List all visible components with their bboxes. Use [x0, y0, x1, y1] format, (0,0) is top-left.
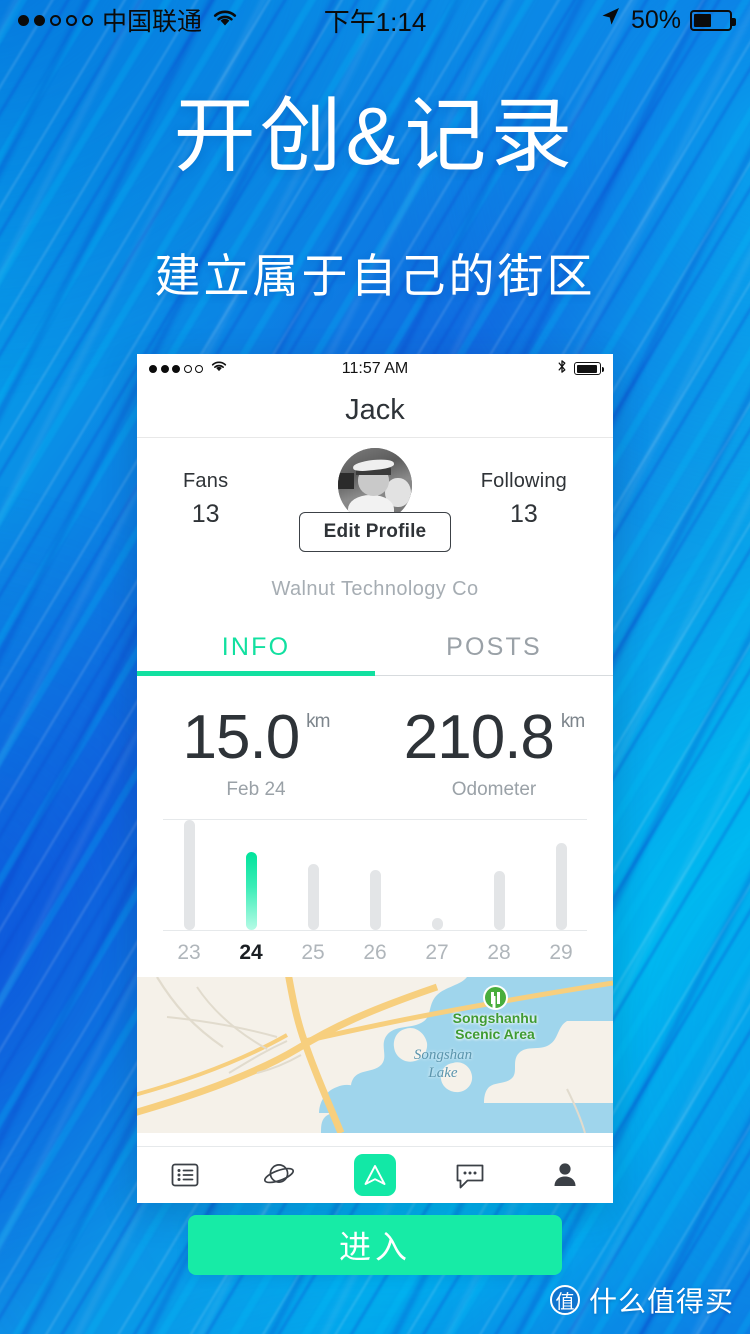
chart-day-label[interactable]: 29	[541, 941, 581, 965]
weekly-chart: 23 24 25 26 27 28 29	[137, 819, 613, 965]
chart-day-label[interactable]: 23	[169, 941, 209, 965]
bottom-tab-bar	[137, 1146, 613, 1203]
profile-stats-row: Fans 13 Following 13 Edit Profile	[137, 470, 613, 566]
edit-profile-button[interactable]: Edit Profile	[298, 512, 452, 552]
status-right-group: 50%	[599, 5, 736, 35]
metric-odometer-caption: Odometer	[451, 779, 537, 800]
metric-today: 15.0 km Feb 24	[137, 702, 375, 801]
outer-status-bar: 中国联通 下午1:14 50%	[0, 0, 750, 40]
chart-day-labels: 23 24 25 26 27 28 29	[163, 931, 587, 965]
metric-today-value: 15.0	[182, 703, 301, 772]
chart-bar	[183, 820, 195, 930]
metric-today-unit: km	[306, 711, 330, 732]
map-poi-line2: Scenic Area	[455, 1026, 535, 1043]
chart-bar	[245, 852, 257, 930]
navigation-arrow-active-button[interactable]	[354, 1154, 396, 1196]
chart-bar-column[interactable]	[355, 820, 395, 930]
company-label: Walnut Technology Co	[271, 578, 479, 600]
metric-odometer-unit: km	[560, 711, 585, 732]
carrier-label: 中国联通	[102, 8, 203, 36]
map-poi[interactable]: Songshanhu Scenic Area	[435, 987, 555, 1042]
metric-odometer-number-wrap: 210.8 km	[403, 702, 585, 773]
watermark-text: 什么值得买	[588, 1286, 734, 1317]
map-preview[interactable]: Songshanhu Scenic Area Songshan Lake	[137, 977, 613, 1133]
edit-profile-wrap: Edit Profile	[137, 512, 613, 552]
tab-active-indicator	[137, 671, 375, 676]
chart-bar-column[interactable]	[293, 820, 333, 930]
location-arrow-icon	[599, 5, 622, 35]
page-subtitle: 建立属于自己的街区	[154, 250, 596, 302]
tab-posts[interactable]: POSTS	[375, 623, 613, 676]
watermark: 值 什么值得买	[549, 1280, 734, 1320]
metric-odometer-value: 210.8	[403, 703, 555, 772]
chart-bar-column[interactable]	[169, 820, 209, 930]
metric-odometer: 210.8 km Odometer	[375, 702, 613, 801]
person-icon	[549, 1159, 581, 1191]
following-label: Following	[480, 470, 567, 492]
chart-day-label[interactable]: 26	[355, 941, 395, 965]
phone-battery-icon	[574, 362, 604, 375]
phone-navbar: Jack	[137, 383, 613, 438]
profile-section: Fans 13 Following 13 Edit Profile Walnut…	[137, 438, 613, 601]
chart-bar	[555, 843, 567, 930]
map-poi-line1: Songshanhu	[452, 1010, 538, 1026]
chart-bar	[431, 918, 443, 930]
tabbar-item-profile[interactable]	[518, 1159, 613, 1191]
chart-bar-column[interactable]	[541, 820, 581, 930]
metrics-row: 15.0 km Feb 24 210.8 km Odometer	[137, 676, 613, 805]
chart-bar-column[interactable]	[479, 820, 519, 930]
chart-bar	[307, 864, 319, 930]
chat-bubble-icon	[453, 1159, 487, 1191]
chart-bar-column[interactable]	[417, 820, 457, 930]
planet-icon	[263, 1159, 297, 1191]
enter-button[interactable]: 进入	[188, 1215, 562, 1275]
wifi-icon	[211, 6, 239, 35]
chart-bar-column[interactable]	[231, 820, 271, 930]
chart-day-label[interactable]: 25	[293, 941, 333, 965]
hero-section: 开创&记录 建立属于自己的街区	[0, 0, 750, 306]
map-lake-line2: Lake	[428, 1064, 458, 1081]
signal-strength-icon	[18, 14, 93, 26]
chart-bar	[369, 869, 381, 930]
phone-mockup: 11:57 AM Jack Fans 13 Following 13 Edit …	[137, 354, 613, 1203]
chart-day-label[interactable]: 28	[479, 941, 519, 965]
map-poi-label: Songshanhu Scenic Area	[435, 1010, 555, 1042]
fans-label: Fans	[183, 470, 229, 492]
battery-icon	[690, 9, 736, 31]
tab-info[interactable]: INFO	[137, 623, 375, 676]
map-lake-label: Songshan Lake	[383, 1047, 503, 1082]
status-left-group: 中国联通	[18, 2, 239, 38]
chart-day-label[interactable]: 27	[417, 941, 457, 965]
chart-bars	[163, 820, 587, 930]
tabbar-item-list[interactable]	[137, 1159, 232, 1191]
page-title: 开创&记录	[173, 91, 577, 182]
profile-name-title: Jack	[345, 393, 405, 426]
list-icon	[169, 1159, 201, 1191]
chart-day-label[interactable]: 24	[231, 941, 271, 965]
phone-status-bar: 11:57 AM	[137, 354, 613, 383]
tabbar-item-navigate[interactable]	[327, 1154, 422, 1196]
watermark-logo-icon: 值	[549, 1285, 580, 1315]
content-tabs: INFO POSTS	[137, 623, 613, 676]
battery-percent-label: 50%	[630, 5, 681, 34]
phone-status-time: 11:57 AM	[341, 359, 409, 377]
tabbar-item-messages[interactable]	[423, 1159, 518, 1191]
navigation-arrow-icon	[362, 1162, 388, 1188]
chart-bar	[493, 871, 505, 930]
metric-today-number-wrap: 15.0 km	[182, 702, 331, 773]
metric-today-caption: Feb 24	[226, 779, 286, 800]
park-pin-icon	[484, 987, 506, 1008]
tabbar-item-discover[interactable]	[232, 1159, 327, 1191]
map-lake-line1: Songshan	[413, 1047, 473, 1063]
